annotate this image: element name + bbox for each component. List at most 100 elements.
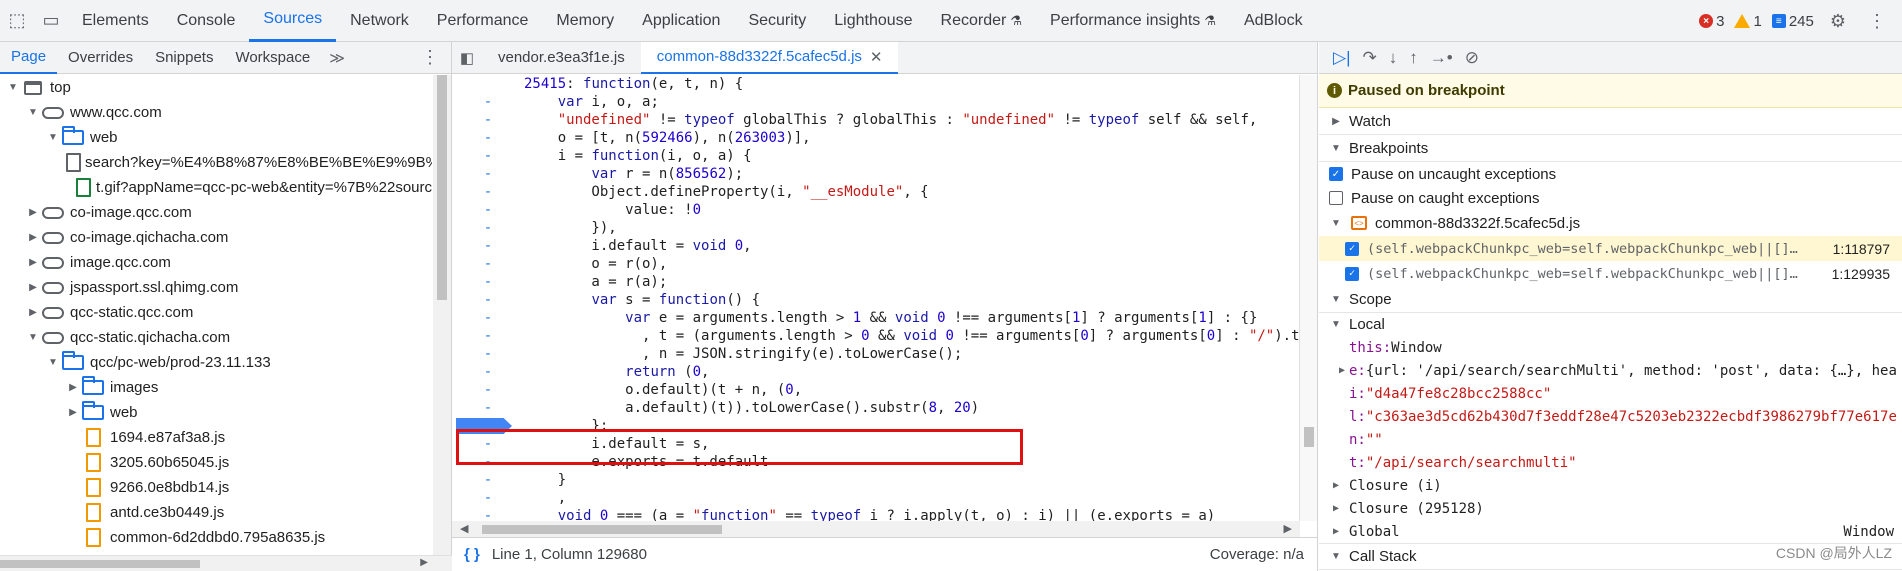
breakpoint-location[interactable]: 1:129935: [1832, 266, 1902, 282]
toggle-navigator-icon[interactable]: ◧: [452, 42, 482, 74]
line-gutter[interactable]: -: [452, 147, 524, 165]
tab-memory[interactable]: Memory: [542, 0, 628, 42]
tab-performance[interactable]: Performance: [423, 0, 543, 42]
tab-recorder[interactable]: Recorder ⚗: [927, 0, 1036, 42]
message-count-badge[interactable]: ≡ 245: [1771, 13, 1814, 30]
scope-variable[interactable]: i: "d4a47fe8c28bcc2588cc": [1319, 382, 1902, 405]
scope-closure-295128[interactable]: ▶ Closure (295128): [1319, 497, 1902, 520]
scrollbar-thumb[interactable]: [482, 525, 722, 534]
code-line[interactable]: - o = r(o),: [452, 255, 1300, 273]
step-out-icon[interactable]: ↑: [1409, 48, 1418, 68]
tab-performance-insights[interactable]: Performance insights ⚗: [1036, 0, 1230, 42]
error-count-badge[interactable]: × 3: [1699, 13, 1724, 30]
checkbox-checked-icon[interactable]: ✓: [1345, 241, 1359, 256]
scope-variable[interactable]: n: "": [1319, 428, 1902, 451]
scroll-left-icon[interactable]: ◀: [460, 522, 468, 535]
breakpoint-marker-icon[interactable]: [456, 418, 512, 434]
tree-item[interactable]: ▶ jspassport.ssl.qhimg.com: [0, 275, 432, 300]
navigator-horizontal-scrollbar[interactable]: ▶: [0, 555, 452, 571]
line-gutter[interactable]: -: [452, 507, 524, 521]
code-line[interactable]: - value: !0: [452, 201, 1300, 219]
navigator-vertical-scrollbar[interactable]: [433, 75, 451, 555]
tab-snippets[interactable]: Snippets: [144, 42, 224, 74]
pretty-print-icon[interactable]: { }: [452, 546, 492, 563]
line-gutter[interactable]: -: [452, 255, 524, 273]
scope-variable[interactable]: ▶ e: {url: '/api/search/searchMulti', met…: [1319, 359, 1902, 382]
tree-item[interactable]: t.gif?appName=qcc-pc-web&entity=%7B%22so…: [0, 175, 432, 200]
code-line[interactable]: - i.default = s,: [452, 435, 1300, 453]
tab-lighthouse[interactable]: Lighthouse: [820, 0, 926, 42]
pause-uncaught-checkbox[interactable]: ✓ Pause on uncaught exceptions: [1319, 162, 1902, 186]
tab-adblock[interactable]: AdBlock: [1230, 0, 1317, 42]
line-gutter[interactable]: [452, 75, 524, 93]
tab-workspace[interactable]: Workspace: [224, 42, 321, 74]
line-gutter[interactable]: -: [452, 165, 524, 183]
scope-global[interactable]: ▶ Global Window: [1319, 520, 1902, 543]
step-into-icon[interactable]: ↓: [1389, 48, 1398, 68]
code-line[interactable]: - , n = JSON.stringify(e).toLowerCase();: [452, 345, 1300, 363]
tab-page[interactable]: Page: [0, 42, 58, 74]
code-line[interactable]: - i = function(i, o, a) {: [452, 147, 1300, 165]
breakpoint-location[interactable]: 1:118797: [1833, 241, 1902, 257]
scrollbar-thumb[interactable]: [437, 75, 447, 300]
tree-item[interactable]: 9266.0e8bdb14.js: [0, 475, 432, 500]
line-gutter[interactable]: -: [452, 363, 524, 381]
code-editor[interactable]: 25415: function(e, t, n) {- var i, o, a;…: [452, 75, 1300, 521]
code-line[interactable]: - o.default)(t + n, (0,: [452, 381, 1300, 399]
tree-item[interactable]: ▶ images: [0, 375, 432, 400]
checkbox-checked-icon[interactable]: ✓: [1345, 266, 1359, 281]
navigator-menu-icon[interactable]: ⋮: [409, 47, 451, 68]
scope-variable[interactable]: this: Window: [1319, 336, 1902, 359]
tree-item[interactable]: ▶ image.qcc.com: [0, 250, 432, 275]
line-gutter[interactable]: -: [452, 471, 524, 489]
scroll-right-icon[interactable]: ▶: [1284, 522, 1292, 535]
file-tab-common[interactable]: common-88d3322f.5cafec5d.js ✕: [640, 41, 899, 74]
line-gutter[interactable]: -: [452, 327, 524, 345]
tree-item[interactable]: common-6d2ddbd0.795a8635.js: [0, 525, 432, 550]
deactivate-breakpoints-icon[interactable]: ⊘: [1465, 48, 1479, 68]
tab-application[interactable]: Application: [628, 0, 734, 42]
breakpoint-item[interactable]: ✓ (self.webpackChunkpc_web=self.webpackCh…: [1319, 261, 1902, 286]
line-gutter[interactable]: -: [452, 399, 524, 417]
breakpoint-item[interactable]: ✓ (self.webpackChunkpc_web=self.webpackCh…: [1319, 236, 1902, 261]
step-over-icon[interactable]: ↷: [1363, 48, 1377, 68]
tree-item[interactable]: 1694.e87af3a8.js: [0, 425, 432, 450]
editor-horizontal-scrollbar[interactable]: ◀ ▶: [452, 521, 1300, 537]
line-gutter[interactable]: -: [452, 237, 524, 255]
line-gutter[interactable]: -: [452, 129, 524, 147]
tree-item[interactable]: ▶ co-image.qcc.com: [0, 200, 432, 225]
code-line[interactable]: - "undefined" != typeof globalThis ? glo…: [452, 111, 1300, 129]
code-line[interactable]: - e.exports = t.default: [452, 453, 1300, 471]
pause-caught-checkbox[interactable]: Pause on caught exceptions: [1319, 186, 1902, 210]
tree-item[interactable]: 3205.60b65045.js: [0, 450, 432, 475]
code-line[interactable]: - , t = (arguments.length > 0 && void 0 …: [452, 327, 1300, 345]
scrollbar-thumb[interactable]: [1304, 427, 1314, 447]
line-gutter[interactable]: -: [452, 489, 524, 507]
tab-console[interactable]: Console: [163, 0, 250, 42]
breakpoint-file-group[interactable]: ▼ <> common-88d3322f.5cafec5d.js: [1319, 210, 1902, 236]
tree-item[interactable]: ▼ top: [0, 75, 432, 100]
code-line[interactable]: };: [452, 417, 1300, 435]
scope-variable[interactable]: t: "/api/search/searchmulti": [1319, 451, 1902, 474]
code-line[interactable]: - return (0,: [452, 363, 1300, 381]
tree-item[interactable]: search?key=%E4%B8%87%E8%BE%BE%E9%9B%86: [0, 150, 432, 175]
line-gutter[interactable]: -: [452, 93, 524, 111]
line-gutter[interactable]: -: [452, 435, 524, 453]
line-gutter[interactable]: -: [452, 219, 524, 237]
code-line[interactable]: 25415: function(e, t, n) {: [452, 75, 1300, 93]
line-gutter[interactable]: -: [452, 291, 524, 309]
line-gutter[interactable]: -: [452, 183, 524, 201]
code-line[interactable]: - }),: [452, 219, 1300, 237]
tab-elements[interactable]: Elements: [68, 0, 163, 42]
tree-item[interactable]: ▶ co-image.qichacha.com: [0, 225, 432, 250]
close-tab-icon[interactable]: ✕: [870, 48, 883, 66]
more-tabs-icon[interactable]: ≫: [321, 49, 353, 67]
line-gutter[interactable]: -: [452, 453, 524, 471]
tree-item[interactable]: ▼ web: [0, 125, 432, 150]
line-gutter[interactable]: -: [452, 111, 524, 129]
tree-item[interactable]: ▶ qcc-static.qcc.com: [0, 300, 432, 325]
resume-icon[interactable]: ▷|: [1333, 48, 1351, 68]
tree-item[interactable]: ▶ web: [0, 400, 432, 425]
line-gutter[interactable]: [452, 417, 524, 435]
code-line[interactable]: - }: [452, 471, 1300, 489]
